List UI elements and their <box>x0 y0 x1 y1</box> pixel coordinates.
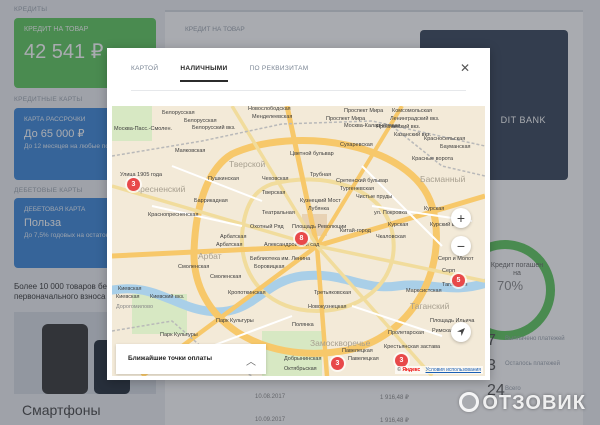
map-district-label: Замоскворечье <box>310 338 371 348</box>
yandex-logo: Яндекс <box>402 367 421 373</box>
map-station-label: Крестьянская застава <box>384 344 441 350</box>
map-station-label: Цветной бульвар <box>290 151 334 157</box>
map-station-label: Краснопресненская <box>148 212 199 218</box>
map-district-label: Дорогомилово <box>116 304 154 310</box>
map-station-label: Менделеевская <box>252 114 293 120</box>
map-district-label: Таганский <box>410 301 450 311</box>
otzovik-watermark: ОТЗОВИК <box>459 392 586 415</box>
map-station-label: Китай-город <box>340 228 371 234</box>
map-station-label: Чистые пруды <box>356 194 393 200</box>
map-station-label: Москва-Пасс.-Смолен. <box>114 126 173 132</box>
nearest-points-panel[interactable]: Ближайшие точки оплаты ︿ <box>116 344 266 374</box>
map-station-label: Кузнецкий Мост <box>300 198 341 204</box>
map-station-label: Серп и Молот <box>438 256 474 262</box>
map-station-label: Октябрьская <box>284 366 317 372</box>
map-station-label: Боровицкая <box>254 264 285 270</box>
payment-point-pin[interactable]: 3 <box>127 178 140 191</box>
map-station-label: Тургеневская <box>340 186 375 192</box>
navigation-arrow-icon <box>457 328 465 336</box>
map-station-label: Арбатская <box>216 242 243 248</box>
nearest-points-label: Ближайшие точки оплаты <box>128 355 213 362</box>
map-station-label: Смоленская <box>178 264 210 270</box>
zoom-out-button[interactable]: − <box>451 236 471 256</box>
map-station-label: Библиотека им. Ленина <box>250 256 311 262</box>
map-station-label: Добрынинская <box>284 356 322 362</box>
map-station-label: Пушкинская <box>208 176 239 182</box>
map-station-label: Третьяковская <box>314 290 352 296</box>
map-station-label: Сретенский бульвар <box>336 178 389 184</box>
geolocation-button[interactable] <box>451 322 471 342</box>
watermark-logo-icon <box>459 392 480 412</box>
tabs-divider <box>131 90 466 91</box>
map-station-label: Проспект Мира <box>326 116 366 122</box>
map-station-label: Чкаловская <box>376 234 406 240</box>
map-station-label: Пролетарская <box>388 330 424 336</box>
map-station-label: Улица 1905 года <box>120 172 162 178</box>
map-station-label: Белорусский вкз. <box>192 125 236 131</box>
map-station-label: Проспект Мира <box>344 108 384 114</box>
map-station-label: Арбатская <box>220 234 247 240</box>
payment-point-pin[interactable]: 3 <box>331 357 344 370</box>
map-station-label: Киевский вкз. <box>150 294 185 300</box>
zoom-in-button[interactable]: + <box>451 208 471 228</box>
map-station-label: Марксистская <box>406 288 442 294</box>
map-station-label: Александровский сад <box>264 242 320 248</box>
map-station-label: Охотный Ряд <box>250 224 284 230</box>
map-station-label: Павелецкая <box>342 348 373 354</box>
map-station-label: Белорусская <box>184 118 217 124</box>
map-district-label: Тверской <box>229 159 266 169</box>
map-station-label: Трубная <box>310 172 332 178</box>
map-station-label: Полянка <box>292 322 314 328</box>
payment-point-pin[interactable]: 5 <box>452 274 465 287</box>
map-station-label: Бауманская <box>440 144 471 150</box>
map-station-label: Красные ворота <box>412 156 454 162</box>
map-station-label: Серп <box>442 268 456 274</box>
map-station-label: Белорусская <box>162 110 195 116</box>
map-station-label: Площадь Ильича <box>430 318 475 324</box>
map-station-label: Павелецкая <box>348 356 379 362</box>
map-station-label: Киевская <box>118 286 142 292</box>
map-station-label: Кропоткинская <box>228 290 266 296</box>
map-station-label: Комсомольская <box>392 108 433 114</box>
map-station-label: Баррикадная <box>194 198 228 204</box>
map-station-label: Чеховская <box>262 176 289 182</box>
map-station-label: Парк Культуры <box>160 332 198 338</box>
map-station-label: Смоленская <box>210 274 242 280</box>
map-station-label: Новослободская <box>248 106 291 112</box>
tab-cash[interactable]: НАЛИЧНЫМИ <box>180 65 228 82</box>
map-station-label: Красносельская <box>424 136 466 142</box>
map-station-label: Ленинградский вкз. <box>390 116 440 122</box>
map-station-label: Театральная <box>262 210 295 216</box>
map-station-label: Курская <box>424 206 445 212</box>
map-district-label: Басманный <box>420 174 466 184</box>
map[interactable]: Тверской Пресненский Басманный Арбат Таг… <box>112 106 485 376</box>
map-station-label: Сухаревская <box>340 142 373 148</box>
map-station-label: Новокузнецкая <box>308 304 347 310</box>
map-station-label: Парк Культуры <box>216 318 254 324</box>
map-station-label: Маяковская <box>175 148 206 154</box>
map-station-label: Лубянка <box>308 206 330 212</box>
map-district-label: Пресненский <box>134 184 186 194</box>
map-station-label: Курская <box>388 222 409 228</box>
map-station-label: Киевская <box>116 294 140 300</box>
chevron-up-icon[interactable]: ︿ <box>246 353 256 368</box>
tab-requisites[interactable]: ПО РЕКВИЗИТАМ <box>250 65 309 82</box>
payment-points-modal: КАРТОЙ НАЛИЧНЫМИ ПО РЕКВИЗИТАМ ✕ Тверско… <box>107 48 490 380</box>
payment-point-pin[interactable]: 8 <box>295 232 308 245</box>
map-station-label: Тверская <box>262 190 286 196</box>
close-icon[interactable]: ✕ <box>460 62 470 74</box>
map-station-label: Площадь Революции <box>292 224 347 230</box>
payment-method-tabs: КАРТОЙ НАЛИЧНЫМИ ПО РЕКВИЗИТАМ <box>131 65 309 82</box>
watermark-text: ОТЗОВИК <box>482 392 586 414</box>
map-station-label: ул. Покровка <box>374 210 407 216</box>
map-attribution: © Яндекс Условия использования <box>395 366 483 374</box>
map-station-label: Ярославский вкз. <box>376 124 421 130</box>
terms-link[interactable]: Условия использования <box>426 367 482 373</box>
map-district-label: Арбат <box>198 251 222 261</box>
tab-card[interactable]: КАРТОЙ <box>131 65 158 82</box>
